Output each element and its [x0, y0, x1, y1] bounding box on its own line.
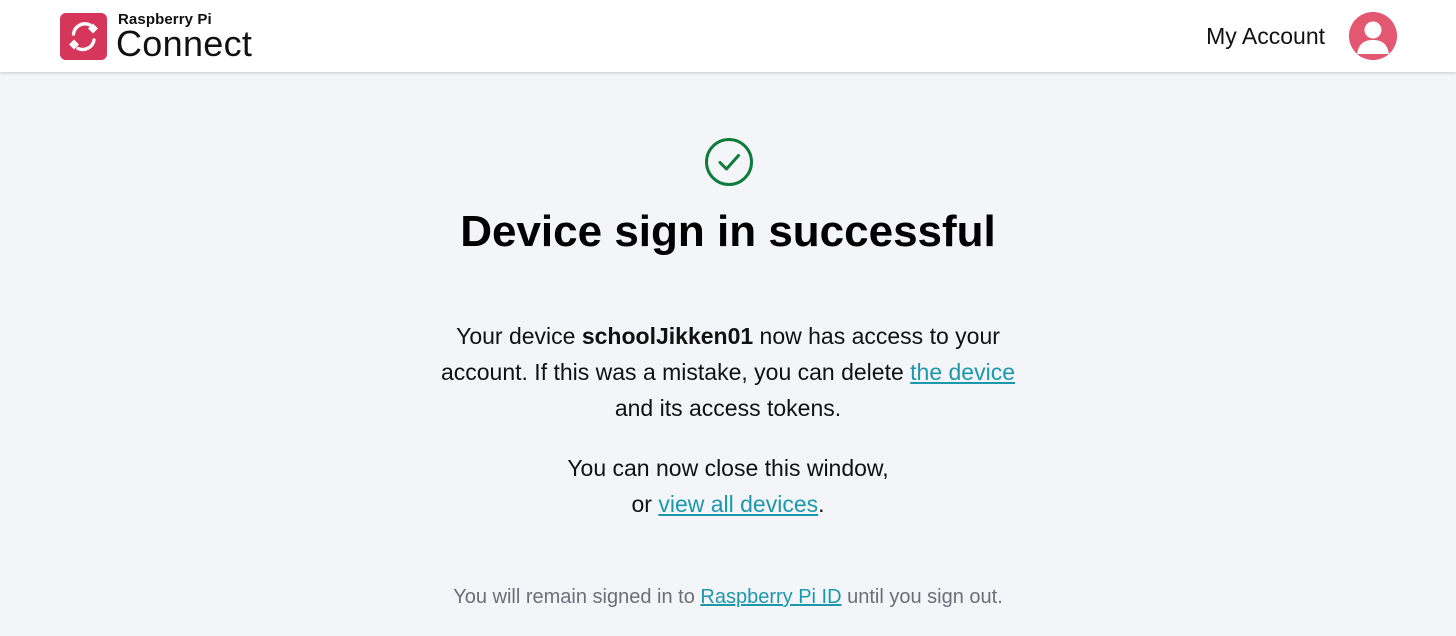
- raspberry-pi-connect-logo[interactable]: Raspberry Pi Connect: [60, 12, 253, 64]
- signed-in-note: You will remain signed in to Raspberry P…: [0, 583, 1456, 611]
- main-content: Device sign in successful Your device sc…: [0, 72, 1456, 636]
- message-text-after: and its access tokens.: [614, 395, 842, 421]
- device-name: schoolJikken01: [581, 323, 754, 349]
- delete-device-link[interactable]: the device: [910, 359, 1015, 385]
- top-header: Raspberry Pi Connect My Account: [0, 0, 1456, 72]
- check-circle-icon: [705, 138, 753, 186]
- signed-in-text-before: You will remain signed in to: [453, 586, 701, 608]
- close-window-text: You can now close this window,: [567, 455, 889, 481]
- close-window-message: You can now close this window, or view al…: [440, 450, 1016, 522]
- user-avatar-icon[interactable]: [1349, 12, 1397, 60]
- connect-logo-icon: [60, 13, 107, 60]
- message-text-before: Your device: [456, 323, 582, 349]
- device-access-message: Your device schoolJikken01 now has acces…: [440, 318, 1016, 426]
- view-all-devices-link[interactable]: view all devices: [658, 491, 818, 517]
- page-title: Device sign in successful: [460, 207, 996, 256]
- close-period: .: [818, 491, 825, 517]
- or-text: or: [631, 491, 659, 517]
- user-silhouette-icon: [1349, 12, 1397, 60]
- raspberry-pi-id-link[interactable]: Raspberry Pi ID: [700, 586, 841, 608]
- logo-product-line: Connect: [116, 23, 253, 64]
- logo-wordmark: Raspberry Pi Connect: [116, 12, 253, 64]
- my-account-link[interactable]: My Account: [1206, 22, 1325, 50]
- signed-in-text-after: until you sign out.: [841, 586, 1003, 608]
